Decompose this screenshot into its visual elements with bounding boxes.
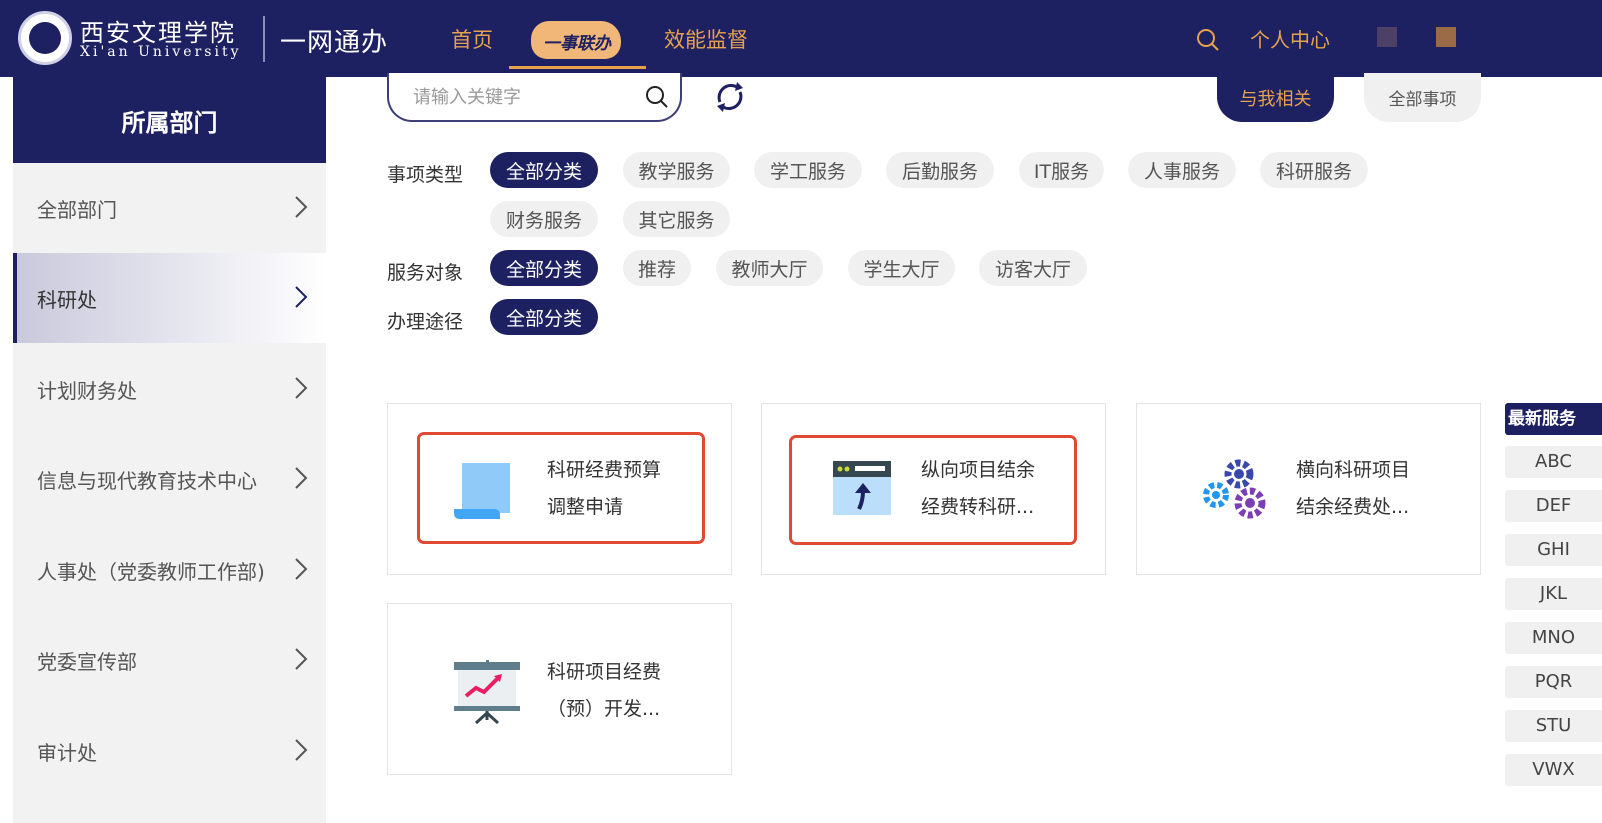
sidebar-item-hr[interactable]: 人事处（党委教师工作部) — [13, 525, 326, 615]
letter-index-label: VWX — [1532, 759, 1575, 780]
type-chip-it[interactable]: IT服务 — [1019, 152, 1104, 188]
sidebar-item-label: 人事处（党委教师工作部) — [37, 559, 265, 584]
filter-target-label: 服务对象 — [387, 262, 464, 284]
target-chip-student-hall[interactable]: 学生大厅 — [848, 250, 955, 286]
personal-center-link[interactable]: 个人中心 — [1250, 24, 1330, 53]
chevron-right-icon — [295, 648, 308, 670]
sidebar-item-publicity[interactable]: 党委宣传部 — [13, 615, 326, 705]
letter-index-mno[interactable]: MNO — [1505, 622, 1602, 654]
logout-icon[interactable] — [1436, 27, 1456, 47]
refresh-icon[interactable] — [713, 80, 747, 114]
sidebar-title: 所属部门 — [13, 77, 326, 163]
sidebar-item-it-center[interactable]: 信息与现代教育技术中心 — [13, 434, 326, 524]
search-icon[interactable] — [1196, 28, 1220, 52]
filter-channel-label: 办理途径 — [387, 311, 464, 333]
letter-index-ghi[interactable]: GHI — [1505, 534, 1602, 566]
school-logo[interactable] — [18, 11, 72, 65]
service-card-title-line2: （预）开发... — [547, 698, 661, 720]
chevron-right-icon — [295, 558, 308, 580]
sidebar-item-label: 信息与现代教育技术中心 — [37, 468, 257, 493]
type-chip-hr[interactable]: 人事服务 — [1128, 152, 1236, 188]
channel-chip-all[interactable]: 全部分类 — [490, 299, 598, 335]
app-name: 一网通办 — [280, 28, 389, 58]
target-chip-all[interactable]: 全部分类 — [490, 250, 598, 286]
highlight-box — [417, 432, 705, 544]
letter-index-jkl[interactable]: JKL — [1505, 578, 1602, 610]
letter-index-title: 最新服务 — [1505, 403, 1602, 435]
search-icon[interactable] — [645, 85, 669, 109]
department-sidebar: 所属部门 全部部门 科研处 计划财务处 信息与现代教育技术中心 人事处（党委教师… — [13, 77, 326, 823]
gears-icon — [1203, 459, 1266, 519]
sidebar-item-finance[interactable]: 计划财务处 — [13, 344, 326, 434]
type-chip-teaching[interactable]: 教学服务 — [623, 152, 730, 188]
letter-index-label: DEF — [1535, 495, 1572, 516]
chevron-right-icon — [295, 196, 308, 218]
search-box — [387, 73, 682, 122]
header-divider — [263, 16, 265, 62]
school-name-cn: 西安文理学院 — [80, 19, 236, 47]
letter-index-label: PQR — [1534, 671, 1573, 692]
letter-index-label: MNO — [1531, 627, 1576, 648]
sidebar-item-label: 党委宣传部 — [37, 649, 137, 674]
nav-one-event[interactable]: 一事联办 — [509, 14, 646, 70]
chevron-right-icon — [295, 377, 308, 399]
type-chip-other[interactable]: 其它服务 — [623, 201, 730, 237]
letter-index-def[interactable]: DEF — [1505, 490, 1602, 522]
type-chip-logistics[interactable]: 后勤服务 — [886, 152, 994, 188]
service-card-title-line2: 结余经费处... — [1296, 496, 1410, 518]
nav-monitor[interactable]: 效能监督 — [664, 24, 748, 54]
nav-home[interactable]: 首页 — [451, 24, 493, 54]
nav-one-event-label: 一事联办 — [543, 34, 611, 54]
letter-index-pqr[interactable]: PQR — [1505, 666, 1602, 698]
type-chip-student-affairs[interactable]: 学工服务 — [754, 152, 862, 188]
letter-index-label: JKL — [1539, 583, 1568, 604]
sidebar-item-label: 全部部门 — [37, 197, 117, 222]
search-input[interactable] — [413, 83, 633, 111]
school-name-en: Xi'an University — [80, 44, 242, 60]
service-card-title-line1: 科研项目经费 — [547, 661, 662, 683]
type-chip-finance[interactable]: 财务服务 — [490, 201, 598, 237]
letter-index-stu[interactable]: STU — [1505, 710, 1602, 742]
target-chip-teacher-hall[interactable]: 教师大厅 — [716, 250, 823, 286]
target-chip-visitor-hall[interactable]: 访客大厅 — [979, 250, 1087, 286]
sidebar-item-all[interactable]: 全部部门 — [13, 163, 326, 253]
filter-type-label: 事项类型 — [387, 164, 464, 186]
service-card-horizontal-project-balance[interactable]: 横向科研项目 结余经费处... — [1136, 403, 1481, 575]
all-items-button[interactable]: 全部事项 — [1364, 73, 1481, 122]
top-header: 西安文理学院 Xi'an University 一网通办 首页 一事联办 效能监… — [0, 0, 1602, 77]
sidebar-item-label: 计划财务处 — [37, 378, 137, 403]
letter-index-label: GHI — [1537, 539, 1570, 560]
chevron-right-icon — [295, 286, 308, 308]
chevron-right-icon — [295, 739, 308, 761]
service-card-project-funding[interactable]: 科研项目经费 （预）开发... — [387, 603, 732, 775]
letter-index-label: STU — [1535, 715, 1572, 736]
presentation-chart-icon — [454, 660, 520, 724]
sidebar-item-label: 科研处 — [37, 287, 97, 312]
letter-index-label: ABC — [1535, 451, 1572, 472]
chevron-right-icon — [295, 467, 308, 489]
message-icon[interactable] — [1377, 27, 1397, 47]
sidebar-item-label: 审计处 — [37, 740, 97, 765]
logo-emblem — [29, 22, 61, 54]
sidebar-item-research[interactable]: 科研处 — [13, 253, 326, 343]
highlight-box — [789, 435, 1077, 545]
sidebar-item-audit[interactable]: 审计处 — [13, 706, 326, 796]
letter-index-abc[interactable]: ABC — [1505, 446, 1602, 478]
type-chip-all[interactable]: 全部分类 — [490, 152, 598, 188]
type-chip-research[interactable]: 科研服务 — [1260, 152, 1368, 188]
service-card-title-line1: 横向科研项目 — [1296, 459, 1411, 481]
nav-active-underline — [509, 66, 646, 69]
related-to-me-button[interactable]: 与我相关 — [1217, 73, 1334, 122]
target-chip-recommended[interactable]: 推荐 — [623, 250, 691, 286]
letter-index-vwx[interactable]: VWX — [1505, 754, 1602, 786]
